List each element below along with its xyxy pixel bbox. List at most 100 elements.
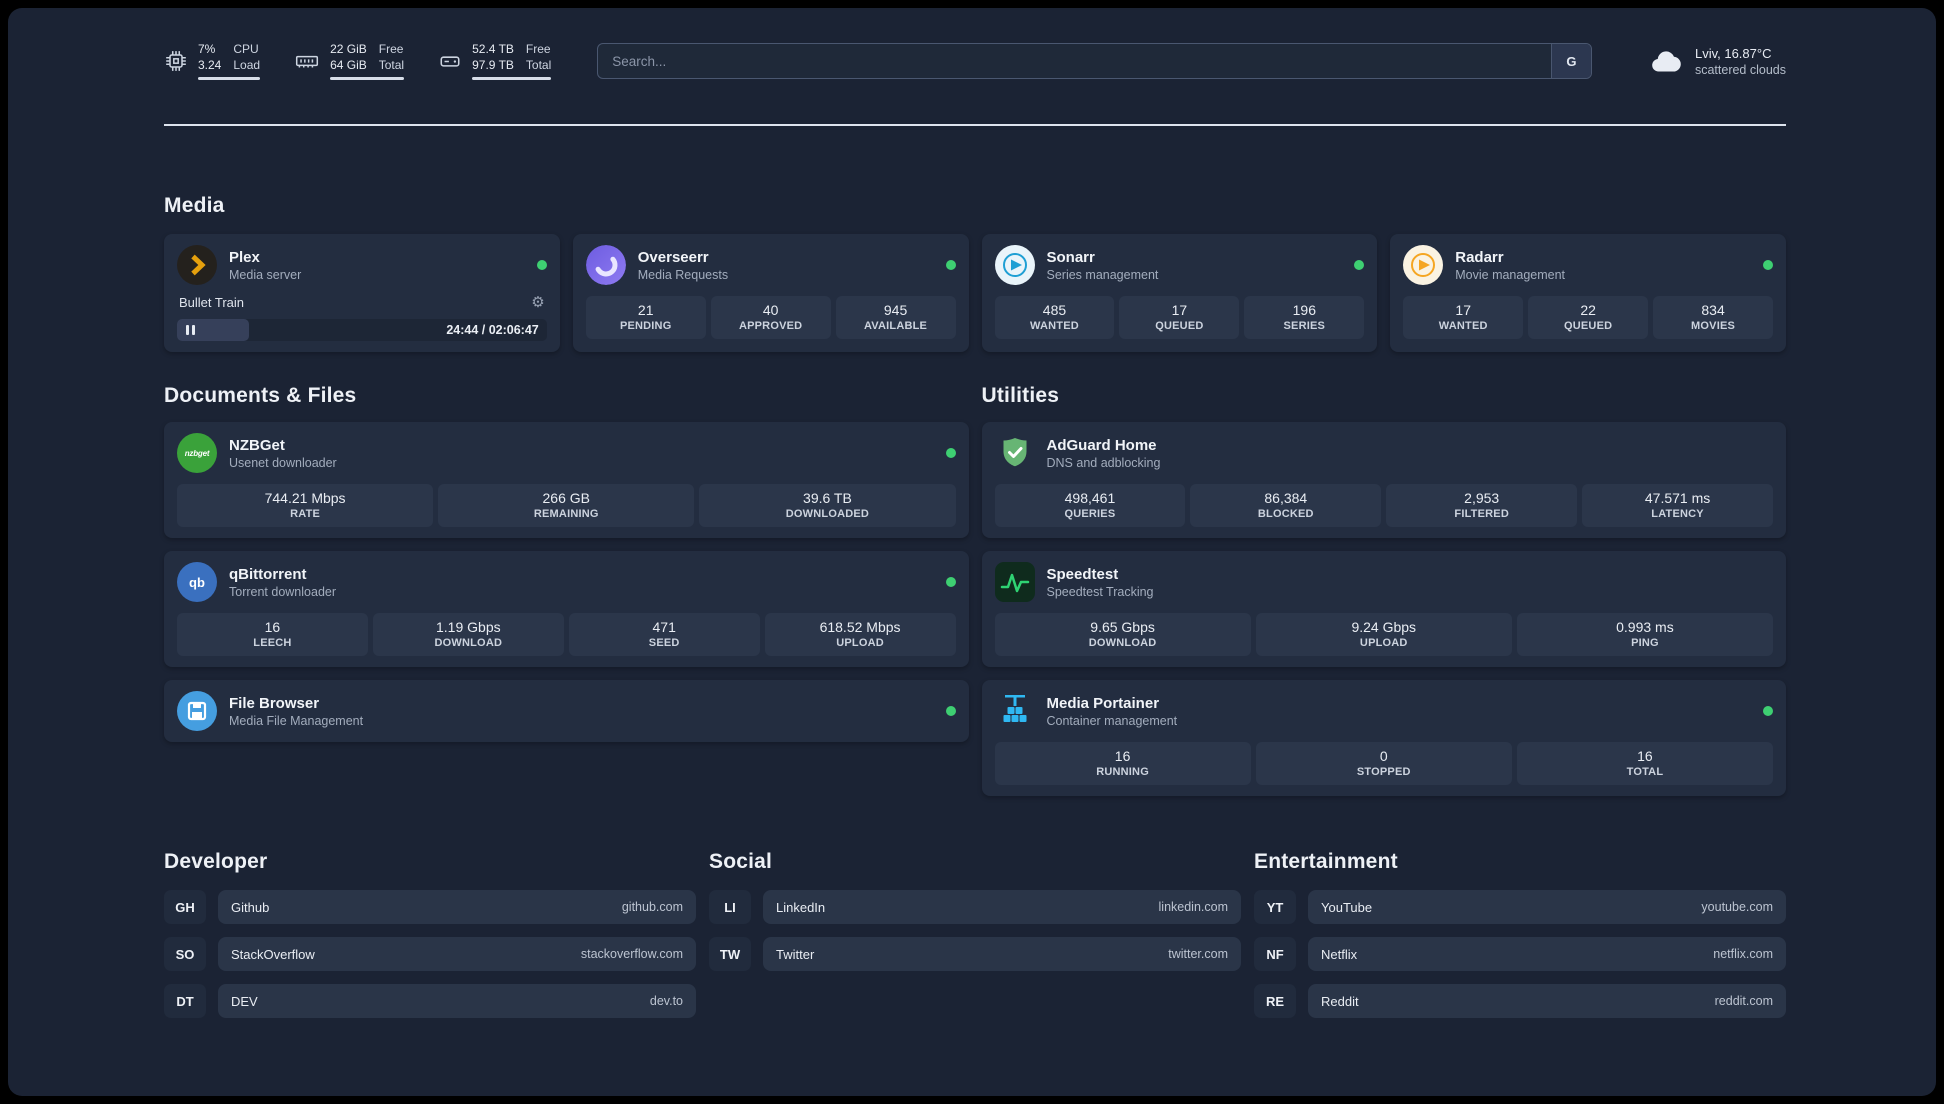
app-subtitle: Container management: [1046, 713, 1178, 728]
bookmark-item-youtube[interactable]: YT YouTube youtube.com: [1254, 890, 1786, 924]
bookmark-item-stackoverflow[interactable]: SO StackOverflow stackoverflow.com: [164, 937, 696, 971]
bookmark-item-netflix[interactable]: NF Netflix netflix.com: [1254, 937, 1786, 971]
portainer-icon: [995, 691, 1035, 731]
stat-label: DOWNLOAD: [434, 637, 503, 649]
stat-value: 2,953: [1464, 490, 1500, 506]
stat-box: 16 TOTAL: [1516, 742, 1774, 785]
memory-free: 22 GiB: [330, 41, 367, 56]
stat-box: 9.24 Gbps UPLOAD: [1255, 613, 1512, 656]
app-name: Plex: [229, 248, 260, 266]
speedtest-icon: [994, 562, 1035, 602]
bookmark-item-twitter[interactable]: TW Twitter twitter.com: [709, 937, 1241, 971]
bookmark-name: StackOverflow: [231, 946, 315, 962]
stat-value: 21: [637, 302, 654, 318]
disk-free: 52.4 TB: [472, 41, 514, 56]
bookmark-abbr: DT: [164, 984, 206, 1018]
stat-box: 834 MOVIES: [1653, 296, 1774, 339]
bookmark-abbr: NF: [1254, 937, 1296, 971]
adguard-app-link[interactable]: AdGuard Home DNS and adblocking: [995, 433, 1774, 473]
stat-value: 834: [1701, 302, 1725, 318]
weather-widget: Lviv, 16.87°C scattered clouds: [1648, 46, 1786, 77]
widget-settings-gear-icon[interactable]: ⚙: [531, 295, 544, 310]
bookmark-url: dev.to: [649, 994, 683, 1008]
status-dot: [945, 577, 956, 587]
stat-box: 17 WANTED: [1403, 296, 1524, 339]
stat-box: 266 GB REMAINING: [438, 484, 695, 527]
stat-value: 22: [1580, 302, 1596, 318]
cloud-icon: [1652, 51, 1681, 72]
overseerr-icon: [585, 245, 626, 285]
bookmark-pill: Github github.com: [218, 890, 696, 924]
app-name: Speedtest: [1046, 565, 1119, 583]
dashboard-panel: 7% 3.24 CPU Load 22 GiB 64 GiB Free Tota…: [8, 8, 1936, 1096]
bookmark-name: Github: [231, 899, 270, 915]
app-subtitle: Speedtest Tracking: [1046, 584, 1154, 599]
app-subtitle: Media server: [229, 267, 302, 282]
bookmark-abbr: SO: [164, 937, 206, 971]
bookmark-name: LinkedIn: [776, 899, 826, 915]
portainer-app-link[interactable]: Media Portainer Container management: [995, 691, 1773, 731]
app-name: qBittorrent: [229, 565, 307, 583]
stat-label: AVAILABLE: [863, 320, 928, 332]
disk-usage-bar: [472, 77, 552, 81]
stat-box: 22 QUEUED: [1528, 296, 1649, 339]
stat-value: 9.24 Gbps: [1351, 619, 1417, 635]
entertainment-column: Entertainment YT YouTube youtube.com NF …: [1254, 850, 1786, 1018]
stat-label: LEECH: [253, 637, 292, 649]
weather-condition: scattered clouds: [1694, 62, 1786, 77]
stat-label: PING: [1631, 637, 1659, 649]
playback-progress-fill: [177, 319, 250, 341]
status-dot: [945, 260, 956, 270]
stat-value: 16: [1114, 748, 1131, 764]
bookmark-abbr: GH: [164, 890, 206, 924]
middle-grid: Documents & Files nzbget NZBGet Usenet d…: [164, 384, 1786, 796]
search-input[interactable]: [598, 44, 1551, 78]
developer-column: Developer GH Github github.com SO StackO…: [164, 850, 696, 1018]
stat-label: DOWNLOADED: [785, 508, 870, 520]
cpu-label-1: CPU: [233, 41, 259, 56]
search-bar: G: [597, 43, 1592, 79]
disk-total: 97.9 TB: [472, 57, 514, 72]
speedtest-app-link[interactable]: Speedtest Speedtest Tracking: [994, 562, 1774, 602]
playback-progress-bar: 24:44 / 02:06:47: [177, 319, 547, 341]
stat-box: 2,953 FILTERED: [1386, 484, 1578, 527]
section-title-documents: Documents & Files: [164, 384, 357, 407]
app-name: NZBGet: [229, 436, 285, 454]
pause-button[interactable]: [186, 325, 195, 335]
overseerr-app-link[interactable]: Overseerr Media Requests: [585, 245, 956, 285]
status-dot: [945, 448, 956, 458]
status-dot: [945, 706, 956, 716]
nzbget-app-link[interactable]: nzbget NZBGet Usenet downloader: [177, 433, 956, 473]
stat-box: 86,384 BLOCKED: [1190, 484, 1382, 527]
bookmark-item-reddit[interactable]: RE Reddit reddit.com: [1254, 984, 1786, 1018]
bookmark-item-dev[interactable]: DT DEV dev.to: [164, 984, 696, 1018]
disk-label-1: Free: [525, 41, 551, 56]
plex-app-link[interactable]: Plex Media server: [177, 245, 547, 285]
bookmark-item-github[interactable]: GH Github github.com: [164, 890, 696, 924]
stat-value: 471: [652, 619, 676, 635]
topbar: 7% 3.24 CPU Load 22 GiB 64 GiB Free Tota…: [164, 38, 1786, 84]
status-dot: [1354, 260, 1365, 270]
stat-value: 17: [1171, 302, 1188, 318]
stat-box: 21 PENDING: [585, 296, 706, 339]
bookmark-abbr: LI: [709, 890, 751, 924]
stat-box: 17 QUEUED: [1119, 296, 1240, 339]
search-engine-button[interactable]: G: [1550, 44, 1591, 78]
stat-value: 40: [762, 302, 779, 318]
stat-label: WANTED: [1030, 320, 1079, 332]
sonarr-app-link[interactable]: Sonarr Series management: [994, 245, 1365, 285]
radarr-app-link[interactable]: Radarr Movie management: [1403, 245, 1773, 285]
bookmark-url: netflix.com: [1713, 947, 1773, 961]
app-subtitle: Media Requests: [637, 267, 729, 282]
stat-box: 471 SEED: [568, 613, 760, 656]
bookmark-pill: Twitter twitter.com: [763, 937, 1241, 971]
card-filebrowser: File Browser Media File Management: [164, 680, 969, 742]
filebrowser-app-link[interactable]: File Browser Media File Management: [177, 691, 956, 731]
qbittorrent-app-link[interactable]: qb qBittorrent Torrent downloader: [177, 562, 956, 602]
adguard-icon: [995, 433, 1035, 473]
stat-box: 945 AVAILABLE: [835, 296, 956, 339]
bookmark-item-linkedin[interactable]: LI LinkedIn linkedin.com: [709, 890, 1241, 924]
memory-total: 64 GiB: [330, 57, 367, 72]
memory-label-1: Free: [378, 41, 404, 56]
bookmark-url: reddit.com: [1714, 994, 1773, 1008]
